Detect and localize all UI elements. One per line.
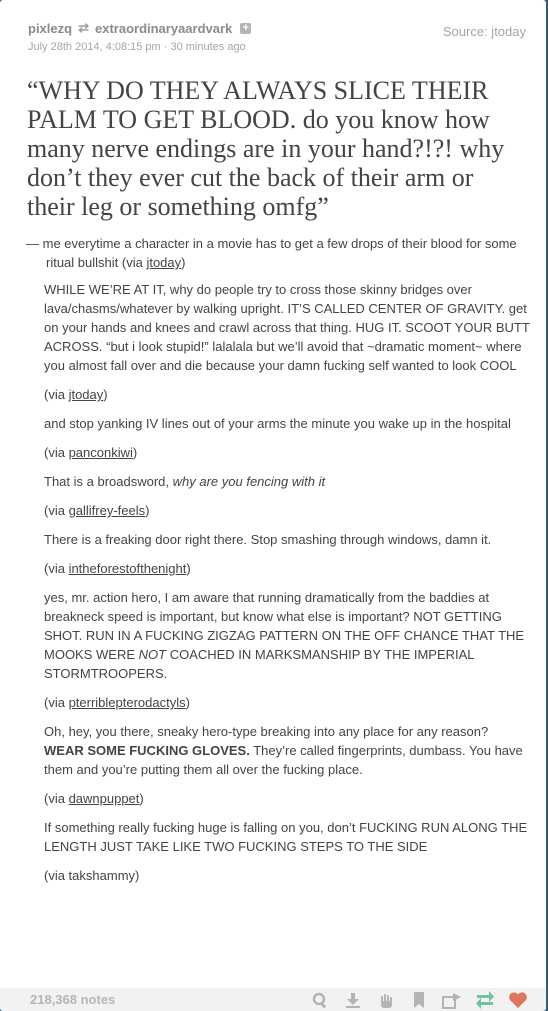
reblog-text: yes, mr. action hero, I am aware that ru… bbox=[44, 590, 525, 681]
post-timestamp[interactable]: July 28th 2014, 4:08:15 pm · 30 minutes … bbox=[28, 41, 524, 53]
hand-icon[interactable] bbox=[376, 990, 396, 1010]
reblog-via: (via pterriblepterodactyls) bbox=[44, 695, 190, 710]
via-link[interactable]: panconkiwi bbox=[69, 445, 133, 460]
reblog-via: (via gallifrey-feels) bbox=[44, 503, 150, 518]
attribution-via-open: (via bbox=[118, 255, 147, 270]
reblog-text: That is a broadsword, why are you fencin… bbox=[44, 474, 326, 489]
follow-plus-icon[interactable]: + bbox=[240, 22, 252, 34]
tag-icon[interactable] bbox=[310, 990, 330, 1010]
via-link[interactable]: dawnpuppet bbox=[69, 791, 140, 806]
via-link[interactable]: gallifrey-feels bbox=[69, 503, 146, 518]
source-link[interactable]: Source: jtoday bbox=[443, 24, 526, 39]
reblog-text: and stop yanking IV lines out of your ar… bbox=[44, 416, 511, 431]
attribution-via-link[interactable]: jtoday bbox=[146, 255, 181, 270]
reblog-via: (via jtoday) bbox=[44, 387, 108, 402]
post-body: — me everytime a character in a movie ha… bbox=[26, 234, 531, 895]
bookmark-icon[interactable] bbox=[409, 990, 429, 1010]
attribution-text: me everytime a character in a movie has … bbox=[42, 236, 517, 270]
reblog-icon[interactable] bbox=[475, 990, 495, 1010]
reblog-text: Oh, hey, you there, sneaky hero-type bre… bbox=[44, 724, 523, 777]
download-icon[interactable] bbox=[343, 990, 363, 1010]
reblog-via: (via panconkiwi) bbox=[44, 445, 138, 460]
reblog-text: WHILE WE’RE AT IT, why do people try to … bbox=[44, 282, 530, 373]
tumblr-post: pixlezq ⇄ extraordinaryaardvark + July 2… bbox=[0, 0, 546, 1011]
via-link[interactable]: intheforestofthenight bbox=[69, 561, 187, 576]
via-link[interactable]: pterriblepterodactyls bbox=[69, 695, 186, 710]
reblogged-from-link[interactable]: extraordinaryaardvark bbox=[95, 21, 232, 36]
quote-attribution: — me everytime a character in a movie ha… bbox=[26, 234, 531, 272]
reblog-text-italic: NOT bbox=[138, 647, 167, 662]
reblog-via: (via dawnpuppet) bbox=[44, 791, 144, 806]
attribution-dash: — bbox=[26, 236, 43, 251]
reblog-text-bold: WEAR SOME FUCKING GLOVES. bbox=[44, 743, 250, 758]
heart-icon[interactable] bbox=[508, 990, 528, 1010]
post-controls bbox=[310, 990, 528, 1010]
reblog-text: There is a freaking door right there. St… bbox=[44, 532, 492, 547]
reblog-text-italic: why are you fencing with it bbox=[172, 474, 326, 489]
username-link[interactable]: pixlezq bbox=[28, 21, 72, 36]
reblog-via: (via intheforestofthenight) bbox=[44, 561, 191, 576]
share-icon[interactable] bbox=[442, 990, 462, 1010]
notes-count[interactable]: 218,368 notes bbox=[30, 992, 115, 1007]
reblog-via: (via takshammy) bbox=[44, 868, 140, 883]
quote-text: “WHY DO THEY ALWAYS SLICE THEIR PALM TO … bbox=[27, 76, 505, 221]
attribution-via-close: ) bbox=[181, 255, 186, 270]
reblog-text: If something really fucking huge is fall… bbox=[44, 820, 528, 854]
via-link[interactable]: jtoday bbox=[69, 387, 104, 402]
post-footer: 218,368 notes bbox=[0, 988, 546, 1011]
reblog-arrow-icon: ⇄ bbox=[78, 20, 89, 35]
reblog-chain: WHILE WE’RE AT IT, why do people try to … bbox=[26, 280, 531, 885]
